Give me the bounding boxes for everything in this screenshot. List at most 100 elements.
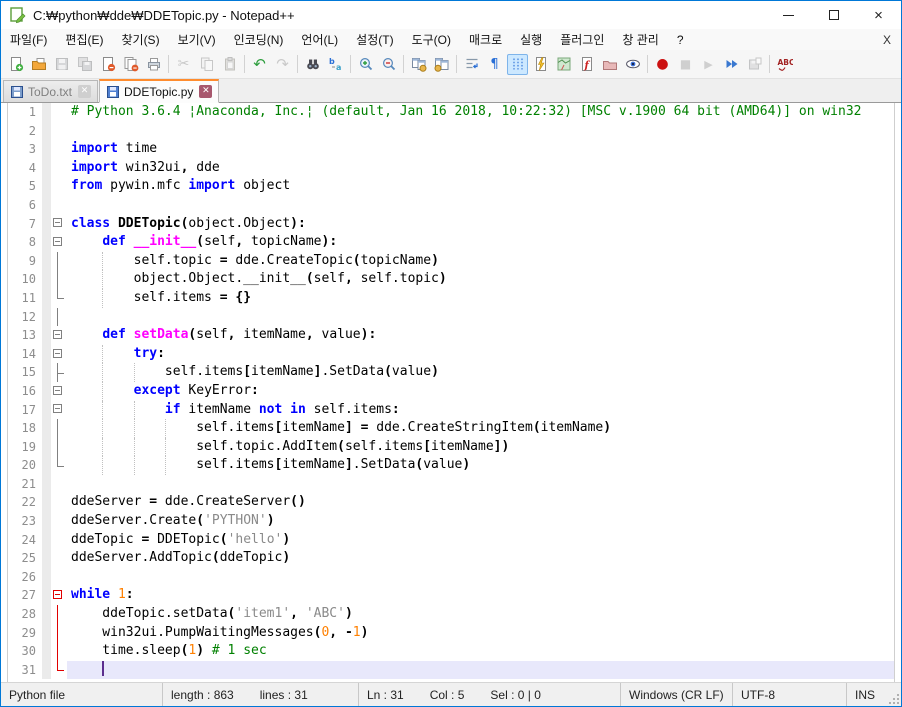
code-line[interactable]: self.topic = dde.CreateTopic(topicName) [67,252,894,271]
macro-run-multiple-icon[interactable] [721,54,742,75]
menu-item-0[interactable]: 파일(F) [1,29,56,50]
line-number[interactable]: 21 [8,475,42,494]
code-line[interactable]: win32ui.PumpWaitingMessages(0, -1) [67,624,894,643]
menubar-close-x[interactable]: X [873,33,901,47]
line-number[interactable]: 4 [8,159,42,178]
menu-item-6[interactable]: 설정(T) [347,29,402,50]
bookmark-margin[interactable] [42,624,51,643]
fold-margin[interactable] [51,159,67,178]
bookmark-margin[interactable] [42,568,51,587]
tab-close-icon[interactable]: ✕ [78,85,91,98]
fold-margin[interactable] [51,419,67,438]
fold-collapse-icon[interactable] [53,237,62,246]
fold-margin[interactable] [51,345,67,364]
fold-margin[interactable] [51,103,67,122]
paste-icon[interactable] [219,54,240,75]
line-number[interactable]: 8 [8,233,42,252]
line-number[interactable]: 25 [8,549,42,568]
status-cell-4[interactable]: UTF-8 [733,683,847,706]
close-icon[interactable] [97,54,118,75]
bookmark-margin[interactable] [42,345,51,364]
code-line[interactable]: ddeTopic = DDETopic('hello') [67,531,894,550]
line-number[interactable]: 23 [8,512,42,531]
fold-margin[interactable] [51,140,67,159]
save-icon[interactable] [51,54,72,75]
folder-as-workspace-icon[interactable] [599,54,620,75]
new-file-icon[interactable] [5,54,26,75]
line-number[interactable]: 26 [8,568,42,587]
code-line[interactable]: ddeServer.AddTopic(ddeTopic) [67,549,894,568]
fold-margin[interactable] [51,605,67,624]
menu-item-8[interactable]: 매크로 [460,29,511,50]
code-line[interactable] [67,661,894,680]
bookmark-margin[interactable] [42,308,51,327]
fold-margin[interactable] [51,252,67,271]
tab-ToDo.txt[interactable]: ToDo.txt✕ [3,80,98,102]
macro-stop-icon[interactable]: ■ [675,54,696,75]
menu-item-10[interactable]: 플러그인 [551,29,613,50]
open-file-icon[interactable] [28,54,49,75]
line-number[interactable]: 12 [8,308,42,327]
tab-DDETopic.py[interactable]: DDETopic.py✕ [99,79,219,103]
fold-collapse-icon[interactable] [53,404,62,413]
fold-margin[interactable] [51,549,67,568]
line-number[interactable]: 6 [8,196,42,215]
code-line[interactable]: self.items[itemName].SetData(value) [67,363,894,382]
line-number[interactable]: 30 [8,642,42,661]
fold-margin[interactable] [51,624,67,643]
bookmark-margin[interactable] [42,661,51,680]
code-line[interactable]: ddeTopic.setData('item1', 'ABC') [67,605,894,624]
bookmark-margin[interactable] [42,103,51,122]
code-line[interactable]: try: [67,345,894,364]
code-line[interactable]: time.sleep(1) # 1 sec [67,642,894,661]
code-line[interactable] [67,196,894,215]
fold-margin[interactable] [51,661,67,680]
fold-margin[interactable] [51,493,67,512]
code-line[interactable] [67,568,894,587]
fold-margin[interactable] [51,233,67,252]
fold-margin[interactable] [51,475,67,494]
document-map-icon[interactable] [553,54,574,75]
undo-icon[interactable]: ↶ [249,54,270,75]
code-line[interactable]: ddeServer = dde.CreateServer() [67,493,894,512]
line-number[interactable]: 7 [8,215,42,234]
code-line[interactable]: # Python 3.6.4 ¦Anaconda, Inc.¦ (default… [67,103,894,122]
bookmark-margin[interactable] [42,475,51,494]
zoom-in-icon[interactable] [355,54,376,75]
menu-item-11[interactable]: 창 관리 [613,29,667,50]
save-all-icon[interactable] [74,54,95,75]
code-line[interactable]: self.items[itemName] = dde.CreateStringI… [67,419,894,438]
line-number[interactable]: 15 [8,363,42,382]
macro-play-icon[interactable]: ▶ [698,54,719,75]
fold-margin[interactable] [51,326,67,345]
line-number[interactable]: 28 [8,605,42,624]
sync-horizontal-scroll-icon[interactable] [431,54,452,75]
close-button[interactable]: × [856,1,901,29]
code-line[interactable] [67,122,894,141]
code-line[interactable]: class DDETopic(object.Object): [67,215,894,234]
maximize-button[interactable] [811,1,856,29]
line-number[interactable]: 17 [8,401,42,420]
fold-collapse-icon[interactable] [53,349,62,358]
fold-margin[interactable] [51,308,67,327]
menu-item-9[interactable]: 실행 [511,29,551,50]
line-number[interactable]: 27 [8,586,42,605]
bookmark-margin[interactable] [42,382,51,401]
line-number[interactable]: 22 [8,493,42,512]
line-number[interactable]: 31 [8,661,42,680]
menu-item-3[interactable]: 보기(V) [169,29,225,50]
zoom-out-icon[interactable] [378,54,399,75]
print-icon[interactable] [143,54,164,75]
find-icon[interactable] [302,54,323,75]
resize-grip[interactable] [887,692,899,704]
code-line[interactable] [67,308,894,327]
menu-item-12[interactable]: ? [668,31,693,49]
bookmark-margin[interactable] [42,493,51,512]
show-indent-guide-icon[interactable] [507,54,528,75]
line-number[interactable]: 16 [8,382,42,401]
line-number[interactable]: 2 [8,122,42,141]
code-line[interactable]: if itemName not in self.items: [67,401,894,420]
replace-icon[interactable]: ba [325,54,346,75]
bookmark-margin[interactable] [42,419,51,438]
bookmark-margin[interactable] [42,586,51,605]
